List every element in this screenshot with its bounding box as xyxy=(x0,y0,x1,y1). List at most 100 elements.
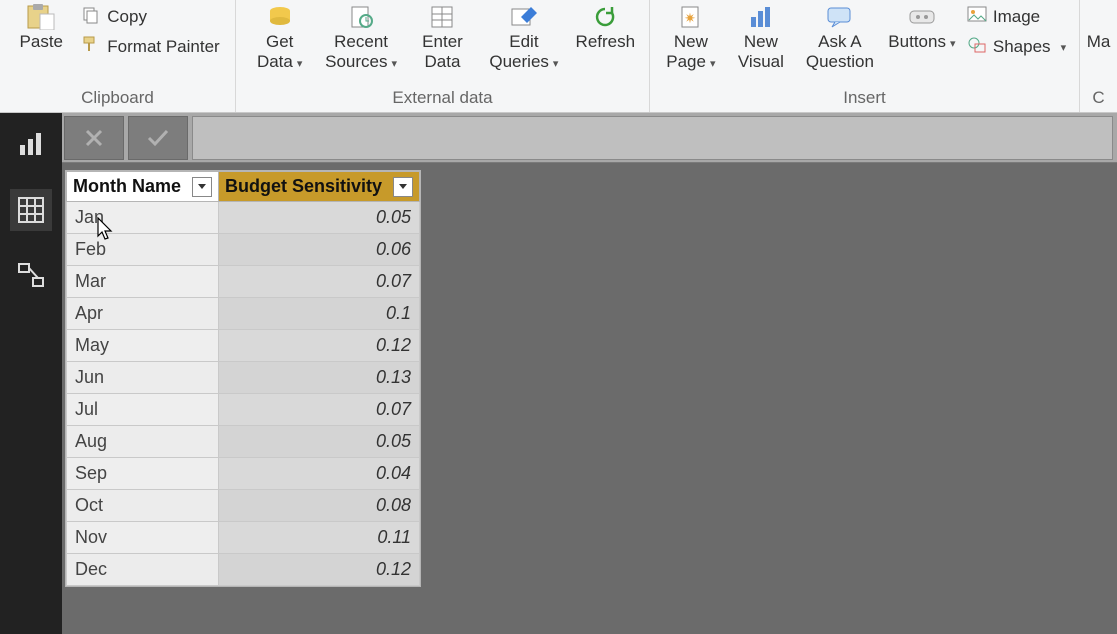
paste-button[interactable]: Paste xyxy=(11,2,71,82)
table-row[interactable]: Jan0.05 xyxy=(67,202,420,234)
column-header-budget-sensitivity-label: Budget Sensitivity xyxy=(225,176,382,196)
buttons-label: Buttons xyxy=(888,32,955,54)
cell-month-name[interactable]: Mar xyxy=(67,266,219,298)
cell-budget-sensitivity[interactable]: 0.1 xyxy=(219,298,420,330)
refresh-label: Refresh xyxy=(576,32,636,52)
cell-budget-sensitivity[interactable]: 0.07 xyxy=(219,394,420,426)
cell-budget-sensitivity[interactable]: 0.13 xyxy=(219,362,420,394)
new-visual-icon xyxy=(741,4,781,30)
edit-queries-button[interactable]: Edit Queries xyxy=(486,2,561,82)
cell-budget-sensitivity[interactable]: 0.04 xyxy=(219,458,420,490)
table-row[interactable]: May0.12 xyxy=(67,330,420,362)
cell-month-name[interactable]: Jan xyxy=(67,202,219,234)
cell-budget-sensitivity[interactable]: 0.12 xyxy=(219,554,420,586)
cell-budget-sensitivity[interactable]: 0.05 xyxy=(219,202,420,234)
insert-small-buttons: Image Shapes xyxy=(963,2,1070,62)
table-row[interactable]: Jun0.13 xyxy=(67,362,420,394)
close-icon xyxy=(83,127,105,149)
buttons-icon xyxy=(902,4,942,30)
paste-icon xyxy=(21,4,61,30)
cell-month-name[interactable]: May xyxy=(67,330,219,362)
column-header-budget-sensitivity[interactable]: Budget Sensitivity xyxy=(219,172,420,202)
recent-sources-button[interactable]: Recent Sources xyxy=(323,2,398,82)
recent-sources-label: Recent Sources xyxy=(323,32,398,74)
cell-month-name[interactable]: Jun xyxy=(67,362,219,394)
table-row[interactable]: Apr0.1 xyxy=(67,298,420,330)
cell-month-name[interactable]: Apr xyxy=(67,298,219,330)
image-button[interactable]: Image xyxy=(963,2,1070,32)
new-page-icon: ✷ xyxy=(671,4,711,30)
refresh-button[interactable]: Refresh xyxy=(568,2,643,82)
cell-budget-sensitivity[interactable]: 0.07 xyxy=(219,266,420,298)
enter-data-button[interactable]: Enter Data xyxy=(405,2,480,82)
ribbon-group-label-insert: Insert xyxy=(656,85,1073,112)
cell-month-name[interactable]: Nov xyxy=(67,522,219,554)
column-header-month-name[interactable]: Month Name xyxy=(67,172,219,202)
formula-input[interactable] xyxy=(192,116,1113,160)
format-painter-button[interactable]: Format Painter xyxy=(77,32,223,62)
nav-model-view[interactable] xyxy=(10,255,52,297)
new-visual-label: New Visual xyxy=(729,32,793,72)
left-navigation xyxy=(0,113,62,634)
cell-budget-sensitivity[interactable]: 0.06 xyxy=(219,234,420,266)
partial-label: Ma xyxy=(1087,32,1111,52)
svg-text:✷: ✷ xyxy=(684,10,696,26)
table-row[interactable]: Feb0.06 xyxy=(67,234,420,266)
table-row[interactable]: Sep0.04 xyxy=(67,458,420,490)
enter-data-icon xyxy=(423,4,463,30)
refresh-icon xyxy=(585,4,625,30)
nav-report-view[interactable] xyxy=(10,123,52,165)
cell-budget-sensitivity[interactable]: 0.08 xyxy=(219,490,420,522)
get-data-icon xyxy=(260,4,300,30)
copy-button[interactable]: Copy xyxy=(77,2,223,32)
table-row[interactable]: Oct0.08 xyxy=(67,490,420,522)
ask-a-question-button[interactable]: Ask A Question xyxy=(799,2,881,82)
cell-month-name[interactable]: Dec xyxy=(67,554,219,586)
table-row[interactable]: Jul0.07 xyxy=(67,394,420,426)
new-page-button[interactable]: ✷ New Page xyxy=(659,2,723,82)
chevron-down-icon xyxy=(197,182,207,192)
clipboard-small-buttons: Copy Format Painter xyxy=(77,2,223,62)
filter-button-budget-sensitivity[interactable] xyxy=(393,177,413,197)
copy-icon xyxy=(81,5,101,30)
image-icon xyxy=(967,6,987,29)
data-table[interactable]: Month Name Budget Sensitivity Jan0.05Feb… xyxy=(66,171,420,586)
partial-button[interactable]: Ma xyxy=(1084,2,1114,82)
shapes-button[interactable]: Shapes xyxy=(963,32,1070,62)
edit-queries-label: Edit Queries xyxy=(486,32,561,74)
formula-accept-button[interactable] xyxy=(128,116,188,160)
cell-budget-sensitivity[interactable]: 0.11 xyxy=(219,522,420,554)
table-row[interactable]: Dec0.12 xyxy=(67,554,420,586)
cell-month-name[interactable]: Feb xyxy=(67,234,219,266)
cell-month-name[interactable]: Oct xyxy=(67,490,219,522)
image-label: Image xyxy=(993,7,1040,27)
new-visual-button[interactable]: New Visual xyxy=(729,2,793,82)
cell-month-name[interactable]: Sep xyxy=(67,458,219,490)
formula-cancel-button[interactable] xyxy=(64,116,124,160)
ribbon-group-clipboard: Paste Copy Format Painter Clipboard xyxy=(0,0,236,112)
table-row[interactable]: Mar0.07 xyxy=(67,266,420,298)
table-row[interactable]: Aug0.05 xyxy=(67,426,420,458)
chevron-down-icon xyxy=(398,182,408,192)
paste-label: Paste xyxy=(20,32,63,52)
format-painter-icon xyxy=(81,35,101,60)
column-header-month-name-label: Month Name xyxy=(73,176,181,196)
cell-budget-sensitivity[interactable]: 0.12 xyxy=(219,330,420,362)
filter-button-month-name[interactable] xyxy=(192,177,212,197)
get-data-button[interactable]: Get Data xyxy=(242,2,317,82)
get-data-label: Get Data xyxy=(242,32,317,74)
data-canvas: Month Name Budget Sensitivity Jan0.05Feb… xyxy=(62,163,1117,634)
shapes-label: Shapes xyxy=(993,37,1051,57)
cell-month-name[interactable]: Jul xyxy=(67,394,219,426)
enter-data-label: Enter Data xyxy=(405,32,480,72)
ribbon: Paste Copy Format Painter Clipboard xyxy=(0,0,1117,113)
ribbon-group-label-external-data: External data xyxy=(242,85,643,112)
copy-label: Copy xyxy=(107,7,147,27)
ask-a-question-label: Ask A Question xyxy=(799,32,881,72)
new-page-label: New Page xyxy=(659,32,723,74)
table-row[interactable]: Nov0.11 xyxy=(67,522,420,554)
buttons-button[interactable]: Buttons xyxy=(887,2,957,82)
cell-budget-sensitivity[interactable]: 0.05 xyxy=(219,426,420,458)
nav-data-view[interactable] xyxy=(10,189,52,231)
cell-month-name[interactable]: Aug xyxy=(67,426,219,458)
